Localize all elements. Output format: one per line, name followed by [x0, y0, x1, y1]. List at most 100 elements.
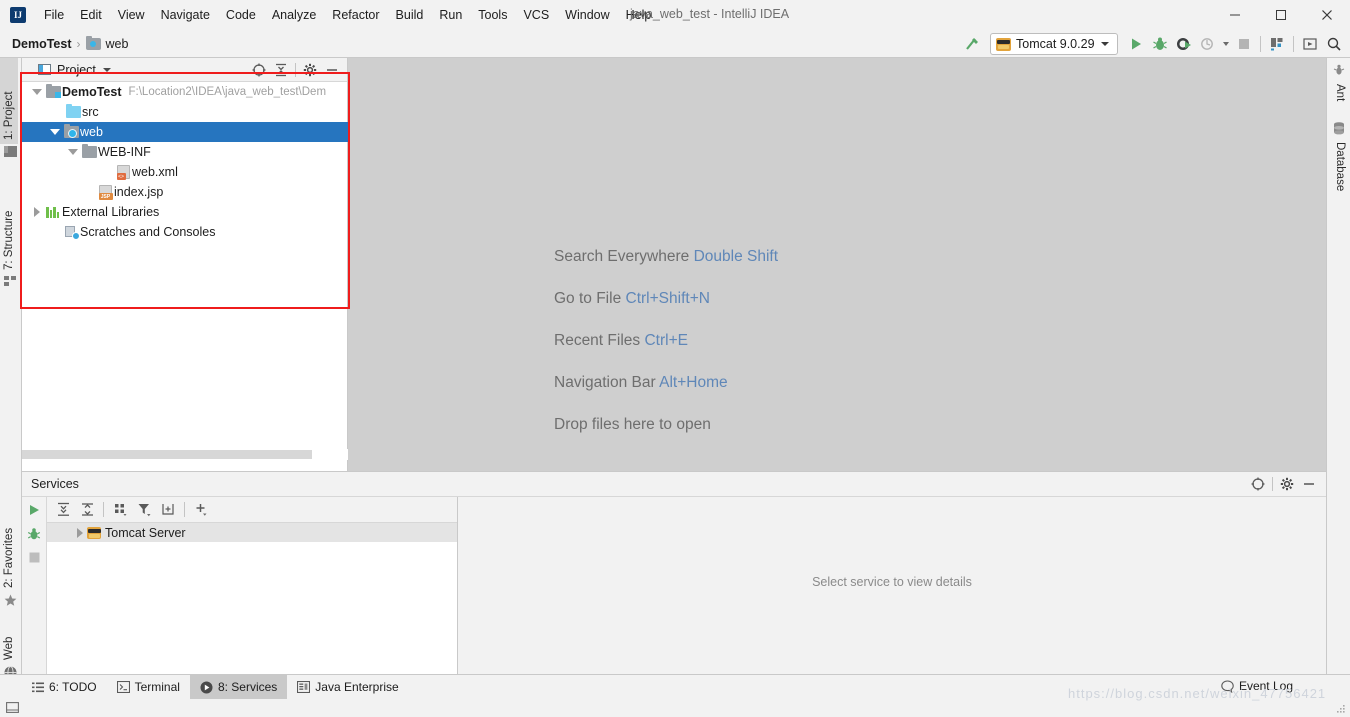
twisty-expanded-icon[interactable]: [66, 149, 80, 155]
menu-navigate[interactable]: Navigate: [153, 4, 218, 26]
services-tree[interactable]: Tomcat Server: [47, 523, 457, 675]
menu-refactor[interactable]: Refactor: [324, 4, 387, 26]
sidebar-tab-database[interactable]: Database: [1331, 138, 1349, 210]
tree-node-index-jsp[interactable]: JSP index.jsp: [22, 182, 348, 202]
sidebar-tab-web[interactable]: Web: [0, 616, 18, 664]
tree-node-web-xml[interactable]: <> web.xml: [22, 162, 348, 182]
search-icon[interactable]: [1322, 32, 1346, 56]
maximize-button[interactable]: [1258, 0, 1304, 30]
window-title: java_web_test - IntelliJ IDEA: [630, 7, 790, 21]
tomcat-icon: [996, 37, 1011, 51]
twisty-expanded-icon[interactable]: [30, 89, 44, 95]
project-panel-title[interactable]: Project: [38, 63, 111, 77]
chevron-down-icon: [1100, 42, 1109, 46]
collapse-all-icon[interactable]: [270, 59, 292, 81]
sidebar-tab-structure[interactable]: 7: Structure: [0, 168, 18, 274]
project-tool-window: Project DemoTest F:\Location2\IDEA\java_…: [22, 58, 348, 471]
services-node-tomcat-server[interactable]: Tomcat Server: [47, 523, 457, 542]
project-horizontal-scrollbar[interactable]: [22, 449, 348, 460]
tree-node-web-inf[interactable]: WEB-INF: [22, 142, 348, 162]
panel-divider: [295, 62, 296, 77]
tree-node-demotest[interactable]: DemoTest F:\Location2\IDEA\java_web_test…: [22, 82, 348, 102]
toolbar-divider-2: [184, 502, 185, 517]
twisty-collapsed-icon[interactable]: [30, 207, 44, 217]
run-config-label: Tomcat 9.0.29: [1016, 37, 1095, 51]
sidebar-tab-structure-label: 7: Structure: [3, 210, 15, 270]
menu-window[interactable]: Window: [557, 4, 617, 26]
menu-analyze[interactable]: Analyze: [264, 4, 324, 26]
menu-edit[interactable]: Edit: [72, 4, 110, 26]
twisty-expanded-icon[interactable]: [48, 129, 62, 135]
services-run-button[interactable]: [27, 503, 41, 517]
run-button[interactable]: [1124, 32, 1148, 56]
menu-code[interactable]: Code: [218, 4, 264, 26]
breadcrumb-web[interactable]: web: [106, 37, 129, 51]
gear-icon[interactable]: [299, 59, 321, 81]
chevron-down-icon[interactable]: [102, 67, 111, 72]
menu-view[interactable]: View: [110, 4, 153, 26]
breadcrumb-project[interactable]: DemoTest: [12, 37, 72, 51]
close-button[interactable]: [1304, 0, 1350, 30]
resize-grip[interactable]: [1334, 703, 1346, 715]
tree-node-label: web: [80, 125, 103, 139]
menu-bar: IJ File Edit View Navigate Code Analyze …: [0, 0, 1350, 30]
ant-icon: [1333, 64, 1345, 76]
toolbar-divider-2: [1293, 36, 1294, 52]
tree-node-external-libraries[interactable]: External Libraries: [22, 202, 348, 222]
status-tab-todo[interactable]: 6: TODO: [22, 675, 107, 699]
sidebar-tab-favorites[interactable]: 2: Favorites: [0, 488, 18, 592]
services-debug-button[interactable]: [27, 527, 41, 541]
gear-icon[interactable]: [1276, 473, 1298, 495]
hint-row: Recent Files Ctrl+E: [554, 332, 778, 350]
menu-file[interactable]: File: [36, 4, 72, 26]
scroll-from-source-icon[interactable]: [1247, 473, 1269, 495]
services-header-buttons: [1247, 473, 1326, 495]
library-icon: [44, 206, 62, 218]
twisty-collapsed-icon[interactable]: [73, 527, 87, 538]
status-bar-tabs: 6: TODO Terminal 8: Services Java Enterp…: [22, 675, 409, 699]
add-view-icon[interactable]: [156, 499, 180, 521]
sidebar-tab-ant[interactable]: Ant: [1331, 80, 1349, 116]
menu-run[interactable]: Run: [431, 4, 470, 26]
status-tab-terminal[interactable]: Terminal: [107, 675, 190, 699]
tree-node-web[interactable]: web: [22, 122, 348, 142]
build-hammer-icon[interactable]: [960, 32, 984, 56]
profile-dropdown-icon[interactable]: [1220, 32, 1232, 56]
menu-build[interactable]: Build: [388, 4, 432, 26]
jsp-file-icon: JSP: [96, 185, 114, 200]
run-with-coverage-button[interactable]: [1172, 32, 1196, 56]
filter-icon[interactable]: [132, 499, 156, 521]
group-by-icon[interactable]: [108, 499, 132, 521]
scrollbar-thumb[interactable]: [22, 450, 312, 459]
panel-divider: [1272, 477, 1273, 491]
services-detail-pane: Select service to view details: [458, 497, 1326, 675]
status-tab-java-enterprise[interactable]: Java Enterprise: [287, 675, 408, 699]
minimize-button[interactable]: [1212, 0, 1258, 30]
select-in-icon[interactable]: [1298, 32, 1322, 56]
hide-panel-icon[interactable]: [1298, 473, 1320, 495]
debug-button[interactable]: [1148, 32, 1172, 56]
hint-shortcut: Ctrl+Shift+N: [625, 290, 710, 307]
expand-all-icon[interactable]: [51, 499, 75, 521]
breadcrumb-separator: ›: [76, 36, 81, 51]
tree-node-src[interactable]: src: [22, 102, 348, 122]
services-title: Services: [31, 477, 79, 491]
status-tab-services[interactable]: 8: Services: [189, 675, 288, 699]
sidebar-tab-project[interactable]: 1: Project: [0, 58, 18, 144]
tree-node-scratches[interactable]: Scratches and Consoles: [22, 222, 348, 242]
scroll-from-source-icon[interactable]: [248, 59, 270, 81]
project-tree[interactable]: DemoTest F:\Location2\IDEA\java_web_test…: [22, 82, 348, 449]
add-service-icon[interactable]: [189, 499, 213, 521]
tree-node-label: Scratches and Consoles: [80, 225, 216, 239]
services-tree-pane: Tomcat Server: [46, 497, 458, 675]
scratch-icon: [62, 225, 80, 240]
module-icon: [44, 84, 62, 98]
collapse-all-icon[interactable]: [75, 499, 99, 521]
menu-vcs[interactable]: VCS: [515, 4, 557, 26]
hide-panel-icon[interactable]: [321, 59, 343, 81]
menu-tools[interactable]: Tools: [470, 4, 515, 26]
project-structure-icon[interactable]: [1265, 32, 1289, 56]
tomcat-icon: [86, 526, 105, 539]
run-configuration-selector[interactable]: Tomcat 9.0.29: [990, 33, 1118, 55]
hint-row: Navigation Bar Alt+Home: [554, 374, 778, 392]
